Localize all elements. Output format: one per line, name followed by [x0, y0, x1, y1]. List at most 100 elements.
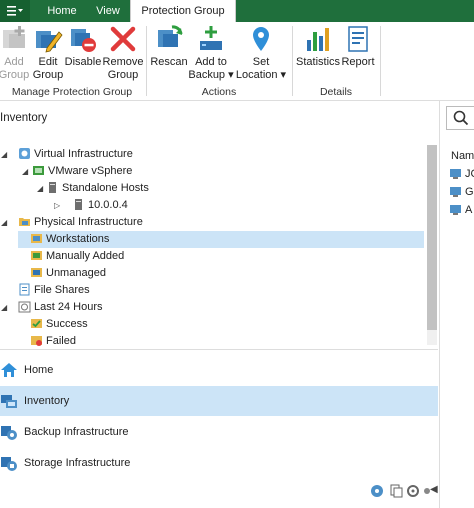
add-group-button[interactable]: Add Group — [0, 24, 34, 82]
report-label: Report — [341, 56, 375, 68]
nav-label: Backup Infrastructure — [24, 426, 129, 438]
tree-item-standalone-hosts[interactable]: Standalone Hosts — [46, 180, 149, 197]
collapse-arrow-icon[interactable]: ◢ — [1, 218, 7, 227]
search-icon — [453, 110, 469, 126]
search-input[interactable] — [446, 106, 474, 130]
vmware-icon — [33, 166, 44, 175]
server-icon — [75, 199, 82, 210]
backup-infrastructure-icon — [1, 426, 17, 440]
tree-item-success[interactable]: Success — [30, 316, 88, 333]
edit-group-label-2: Group — [32, 69, 64, 81]
add-group-icon — [3, 26, 25, 48]
virtual-infrastructure-icon — [19, 148, 30, 159]
collapse-arrow-icon[interactable]: ◢ — [22, 167, 28, 176]
remove-group-label: Remove — [102, 56, 144, 68]
tree-item-vmware-vsphere[interactable]: VMware vSphere — [32, 163, 132, 180]
nav-label: Home — [24, 364, 54, 376]
success-icon — [31, 319, 42, 328]
tree-item-file-shares[interactable]: File Shares — [18, 282, 90, 299]
disable-button[interactable]: Disable — [64, 24, 102, 69]
tree-item-label: Failed — [46, 335, 76, 347]
list-item[interactable]: Gi — [449, 185, 474, 198]
files-mini-icon[interactable] — [389, 484, 403, 498]
panel-divider — [0, 349, 438, 350]
statistics-icon — [307, 28, 329, 51]
ribbon-tab-bar: Home View Protection Group — [0, 0, 474, 22]
add-to-backup-button[interactable]: Add to Backup ▾ — [188, 24, 234, 82]
edit-group-label: Edit — [38, 56, 58, 68]
edit-group-button[interactable]: Edit Group — [30, 24, 66, 82]
chevron-left-icon[interactable]: ◀ — [430, 484, 438, 495]
tree-item-label: Virtual Infrastructure — [34, 148, 133, 160]
failed-icon — [31, 336, 42, 346]
tree-item-label: 10.0.0.4 — [88, 199, 128, 211]
report-button[interactable]: Report — [340, 24, 376, 69]
rescan-label: Rescan — [150, 56, 188, 68]
nav-backup-infrastructure[interactable]: Backup Infrastructure — [0, 417, 438, 447]
ribbon-separator — [380, 26, 381, 96]
disable-label: Disable — [64, 56, 102, 68]
expand-arrow-icon[interactable]: ▷ — [54, 201, 60, 210]
tree-item-manually-added[interactable]: Manually Added — [30, 248, 124, 265]
collapse-arrow-icon[interactable]: ◢ — [1, 303, 7, 312]
file-shares-icon — [19, 283, 30, 296]
list-item-label: JC — [465, 168, 474, 180]
tree-item-last-24-hours[interactable]: Last 24 Hours — [18, 299, 102, 316]
statistics-label: Statistics — [296, 56, 341, 68]
hosts-icon — [49, 182, 56, 193]
add-to-backup-label-2: Backup ▾ — [188, 69, 234, 81]
tree-item-physical-infrastructure[interactable]: Physical Infrastructure — [18, 214, 143, 231]
tree-item-workstations[interactable]: Workstations — [18, 231, 424, 248]
home-icon — [1, 363, 17, 377]
location-pin-icon — [253, 27, 269, 51]
tree-scrollbar-thumb[interactable] — [427, 145, 437, 330]
rescan-button[interactable]: Rescan — [150, 24, 188, 69]
tree-item-label: File Shares — [34, 284, 90, 296]
list-item-label: A — [465, 204, 473, 216]
tree-item-host[interactable]: 10.0.0.4 — [72, 197, 128, 214]
collapse-arrow-icon[interactable]: ◢ — [1, 150, 7, 159]
ribbon: Add Group Edit Group Disable Remove Grou… — [0, 22, 474, 101]
storage-infrastructure-icon — [1, 457, 17, 471]
settings-mini-icon[interactable] — [406, 484, 420, 498]
nav-storage-infrastructure[interactable]: Storage Infrastructure — [0, 448, 438, 478]
nav-label: Inventory — [24, 395, 70, 407]
list-item-label: Gi — [465, 186, 474, 198]
column-header-name[interactable]: Name — [451, 150, 474, 162]
tree-item-label: Manually Added — [46, 250, 125, 262]
tab-view[interactable]: View — [90, 0, 126, 22]
remove-group-button[interactable]: Remove Group — [102, 24, 144, 82]
add-to-backup-label: Add to — [195, 56, 227, 68]
rescan-icon — [158, 25, 183, 47]
ribbon-separator — [292, 26, 293, 96]
history-icon — [18, 301, 31, 313]
set-location-label-2: Location ▾ — [235, 69, 287, 81]
tree-item-label: Workstations — [46, 233, 110, 245]
set-location-button[interactable]: Set Location ▾ — [234, 24, 288, 82]
tree-item-virtual-infrastructure[interactable]: Virtual Infrastructure — [18, 146, 133, 163]
details-panel — [439, 101, 474, 508]
list-item[interactable]: A — [449, 203, 472, 216]
tab-home[interactable]: Home — [34, 0, 90, 22]
group-label-manage: Manage Protection Group — [11, 86, 133, 98]
backup-infrastructure-mini-icon[interactable] — [370, 484, 384, 498]
tree-item-label: Standalone Hosts — [62, 182, 149, 194]
nav-label: Storage Infrastructure — [24, 457, 131, 469]
nav-home[interactable]: Home — [0, 355, 438, 385]
tab-protection-group[interactable]: Protection Group — [130, 0, 236, 22]
tree-item-label: Physical Infrastructure — [34, 216, 143, 228]
tree-item-label: Unmanaged — [46, 267, 106, 279]
ribbon-separator — [146, 26, 147, 96]
main-menu-button[interactable] — [0, 0, 30, 22]
tree-item-unmanaged[interactable]: Unmanaged — [30, 265, 106, 282]
nav-inventory[interactable]: Inventory — [0, 386, 438, 416]
collapse-arrow-icon[interactable]: ◢ — [37, 184, 43, 193]
edit-group-icon — [36, 31, 63, 53]
statistics-button[interactable]: Statistics — [296, 24, 340, 69]
group-label-actions: Actions — [201, 86, 237, 98]
tree-item-failed[interactable]: Failed — [30, 333, 76, 350]
panel-title: Inventory — [0, 112, 48, 124]
folder-icon — [19, 218, 30, 226]
remove-group-label-2: Group — [107, 69, 139, 81]
list-item[interactable]: JC — [449, 167, 474, 180]
